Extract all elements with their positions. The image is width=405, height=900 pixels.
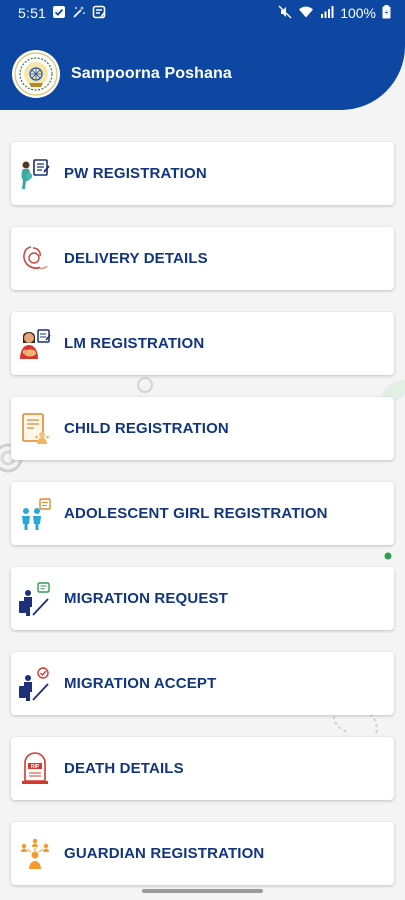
menu-item-pw-registration[interactable]: PW REGISTRATION [11, 142, 394, 205]
menu-item-death-details[interactable]: RIP DEATH DETAILS [11, 737, 394, 800]
lactating-mother-icon [15, 324, 55, 364]
child-document-icon [15, 409, 55, 449]
menu-item-label: MIGRATION ACCEPT [64, 675, 217, 692]
status-time: 5:51 [18, 5, 47, 21]
battery-percent: 100% [340, 5, 376, 21]
menu-item-lm-registration[interactable]: LM REGISTRATION [11, 312, 394, 375]
status-bar: 5:51 100% [0, 0, 405, 26]
menu-item-label: LM REGISTRATION [64, 335, 205, 352]
header: Sampoorna Poshana [0, 38, 405, 110]
guardian-group-icon [15, 834, 55, 874]
magic-wand-icon [72, 5, 86, 22]
menu-item-guardian-registration[interactable]: GUARDIAN REGISTRATION [11, 822, 394, 885]
rip-tombstone-icon: RIP [15, 749, 55, 789]
menu-item-label: ADOLESCENT GIRL REGISTRATION [64, 505, 328, 522]
menu-item-migration-accept[interactable]: MIGRATION ACCEPT [11, 652, 394, 715]
menu-item-label: DEATH DETAILS [64, 760, 184, 777]
svg-text:RIP: RIP [31, 764, 40, 770]
signal-icon [320, 5, 334, 22]
menu-item-child-registration[interactable]: CHILD REGISTRATION [11, 397, 394, 460]
gesture-navigation-bar[interactable] [142, 889, 263, 893]
check-box-icon [52, 5, 66, 22]
menu-list: PW REGISTRATION DELIVERY DETAILS LM REGI… [11, 142, 394, 900]
menu-item-label: GUARDIAN REGISTRATION [64, 845, 265, 862]
menu-item-label: MIGRATION REQUEST [64, 590, 228, 607]
menu-item-label: DELIVERY DETAILS [64, 250, 208, 267]
app-bar: 5:51 100% Sampoorna Poshana [0, 0, 405, 110]
status-bar-right: 100% [278, 4, 391, 22]
status-bar-left: 5:51 [18, 5, 106, 22]
menu-item-delivery-details[interactable]: DELIVERY DETAILS [11, 227, 394, 290]
battery-icon [382, 4, 391, 22]
mother-baby-icon [15, 239, 55, 279]
traveler-accept-icon [15, 664, 55, 704]
mute-icon [278, 5, 292, 22]
government-emblem-icon [12, 50, 60, 98]
notes-icon [92, 5, 106, 22]
menu-item-label: CHILD REGISTRATION [64, 420, 229, 437]
menu-item-label: PW REGISTRATION [64, 165, 207, 182]
menu-item-adolescent-girl-registration[interactable]: ADOLESCENT GIRL REGISTRATION [11, 482, 394, 545]
adolescent-girls-icon [15, 494, 55, 534]
wifi-icon [298, 5, 314, 22]
pregnant-woman-form-icon [15, 154, 55, 194]
traveler-luggage-icon [15, 579, 55, 619]
page-title: Sampoorna Poshana [71, 65, 232, 82]
menu-item-migration-request[interactable]: MIGRATION REQUEST [11, 567, 394, 630]
